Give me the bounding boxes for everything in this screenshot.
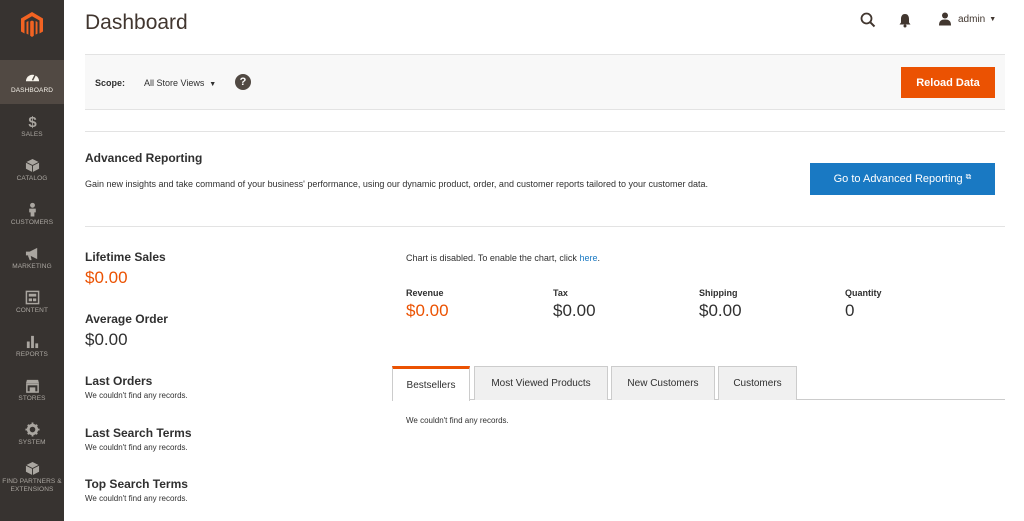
user-icon <box>939 12 951 26</box>
quantity-label: Quantity <box>845 288 882 298</box>
last-search-terms-empty: We couldn't find any records. <box>85 443 188 452</box>
dollar-icon: $ <box>28 114 37 129</box>
magento-logo-icon[interactable] <box>0 0 64 50</box>
tab-customers[interactable]: Customers <box>718 366 797 400</box>
sidebar-item-label: SYSTEM <box>18 438 46 446</box>
revenue-value: $0.00 <box>406 301 449 320</box>
sidebar-item-content[interactable]: CONTENT <box>0 280 64 324</box>
sidebar-item-label: MARKETING <box>12 262 52 270</box>
speedometer-icon <box>25 73 39 81</box>
shipping-value: $0.00 <box>699 301 742 320</box>
advanced-reporting-title: Advanced Reporting <box>85 151 203 165</box>
person-icon <box>28 202 36 217</box>
help-icon[interactable]: ? <box>235 74 251 90</box>
sidebar-item-label: CATALOG <box>16 174 48 182</box>
box-icon <box>25 461 39 475</box>
search-icon[interactable] <box>860 12 876 28</box>
top-search-terms-title: Top Search Terms <box>85 477 188 491</box>
bar-chart-icon <box>26 335 38 348</box>
sidebar-item-stores[interactable]: STORES <box>0 368 64 412</box>
lifetime-sales-value: $0.00 <box>85 268 128 287</box>
megaphone-icon <box>25 247 37 260</box>
tab-empty-message: We couldn't find any records. <box>406 416 509 425</box>
chevron-down-icon: ▼ <box>207 81 217 88</box>
lifetime-sales-title: Lifetime Sales <box>85 250 166 264</box>
chart-disabled-notice: Chart is disabled. To enable the chart, … <box>406 253 600 263</box>
layout-icon <box>25 290 39 304</box>
sidebar-item-system[interactable]: SYSTEM <box>0 412 64 456</box>
scope-label: Scope: <box>95 78 126 88</box>
sidebar-item-reports[interactable]: REPORTS <box>0 324 64 368</box>
sidebar-item-label: STORES <box>18 394 46 402</box>
quantity-value: 0 <box>845 301 855 320</box>
top-search-terms-empty: We couldn't find any records. <box>85 494 188 503</box>
sidebar-item-customers[interactable]: CUSTOMERS <box>0 192 64 236</box>
sidebar-item-dashboard[interactable]: DASHBOARD <box>0 60 64 104</box>
svg-text:$: $ <box>28 114 37 129</box>
scope-bar: Scope: All Store Views ▼ ? Reload Data <box>85 54 1005 110</box>
admin-sidebar: DASHBOARD $ SALES CATALOG CUSTOMERS MARK… <box>0 0 64 521</box>
store-view-value: All Store Views <box>144 78 205 88</box>
last-search-terms-title: Last Search Terms <box>85 426 192 440</box>
cube-icon <box>25 158 39 172</box>
divider <box>85 131 1005 132</box>
gear-icon <box>24 421 40 437</box>
bell-icon[interactable] <box>898 13 914 29</box>
chart-disabled-suffix: . <box>597 253 600 263</box>
average-order-value: $0.00 <box>85 330 128 349</box>
revenue-label: Revenue <box>406 288 444 298</box>
last-orders-title: Last Orders <box>85 374 153 388</box>
chevron-down-icon: ▼ <box>989 15 997 23</box>
sidebar-item-sales[interactable]: $ SALES <box>0 104 64 148</box>
average-order-title: Average Order <box>85 312 168 326</box>
tab-most-viewed-products[interactable]: Most Viewed Products <box>474 366 608 400</box>
sidebar-item-catalog[interactable]: CATALOG <box>0 148 64 192</box>
tab-new-customers[interactable]: New Customers <box>611 366 715 400</box>
go-to-advanced-reporting-label: Go to Advanced Reporting <box>833 173 963 185</box>
go-to-advanced-reporting-button[interactable]: Go to Advanced Reporting ⧉ <box>810 163 995 195</box>
sidebar-item-label: DASHBOARD <box>10 86 54 94</box>
tax-label: Tax <box>553 288 568 298</box>
reload-data-button[interactable]: Reload Data <box>901 67 995 98</box>
sidebar-item-label: CUSTOMERS <box>10 218 54 226</box>
user-menu[interactable]: admin ▼ <box>938 12 996 26</box>
page-title: Dashboard <box>85 11 188 34</box>
user-name: admin <box>958 13 986 25</box>
divider <box>85 226 1005 227</box>
sidebar-item-label: FIND PARTNERS & EXTENSIONS <box>2 477 62 493</box>
storefront-icon <box>25 379 39 393</box>
sidebar-item-label: CONTENT <box>15 306 49 314</box>
sidebar-item-label: SALES <box>21 130 43 138</box>
sidebar-item-marketing[interactable]: MARKETING <box>0 236 64 280</box>
external-link-icon: ⧉ <box>965 171 972 181</box>
store-view-switcher[interactable]: All Store Views ▼ <box>144 78 216 88</box>
sidebar-item-label: REPORTS <box>15 350 48 358</box>
shipping-label: Shipping <box>699 288 738 298</box>
sidebar-item-find-partners[interactable]: FIND PARTNERS & EXTENSIONS <box>0 453 64 501</box>
tab-bestsellers[interactable]: Bestsellers <box>392 366 470 401</box>
advanced-reporting-description: Gain new insights and take command of yo… <box>85 179 709 189</box>
chart-disabled-text: Chart is disabled. To enable the chart, … <box>406 253 580 263</box>
enable-chart-link[interactable]: here <box>579 253 597 263</box>
tax-value: $0.00 <box>553 301 596 320</box>
last-orders-empty: We couldn't find any records. <box>85 391 188 400</box>
